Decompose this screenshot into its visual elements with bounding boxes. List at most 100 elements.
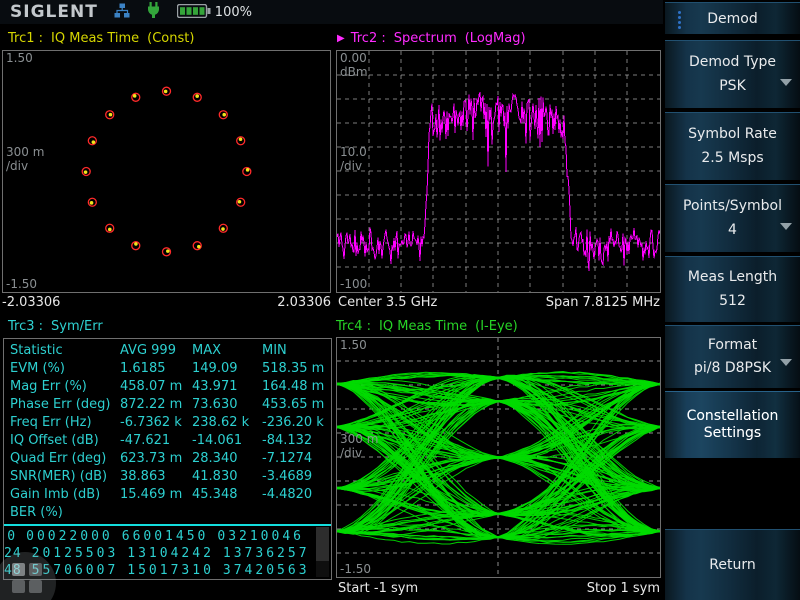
symbol-row: 24201255031310424213736257	[4, 545, 313, 562]
trc1-ytop-label: 1.50	[6, 52, 33, 65]
trc1-constellation-plot: 1.50 300 m /div -1.50	[2, 50, 331, 293]
table-row: Phase Err (deg)872.22 m73.630453.65 m	[10, 395, 327, 413]
table-row: Quad Err (deg)623.73 m28.340-7.1274	[10, 449, 327, 467]
dropdown-arrow-icon	[780, 79, 792, 86]
error-statistics-table: StatisticAVG 999MAXMINEVM (%)1.6185149.0…	[10, 341, 327, 521]
stat-cell: -7.1274	[262, 451, 327, 466]
trc1-ydivunit-label: /div	[6, 160, 28, 173]
trc3-name: Sym/Err	[51, 319, 103, 334]
stat-cell: -14.061	[192, 433, 262, 448]
stat-cell: Phase Err (deg)	[10, 397, 120, 412]
nav-grid-icon	[29, 580, 42, 593]
button-format[interactable]: Format pi/8 D8PSK	[665, 325, 800, 388]
table-divider	[4, 524, 331, 526]
eye-stop-label: Stop 1 sym	[587, 581, 660, 597]
trc1-xright-label: 2.03306	[277, 295, 331, 311]
trc1-xaxis: -2.03306 2.03306	[2, 295, 331, 311]
table-row: Mag Err (%)458.07 m43.971164.48 m	[10, 377, 327, 395]
stat-cell: 1.6185	[120, 361, 192, 376]
button-value: 512	[719, 293, 746, 310]
trc4-ytop-label: 1.50	[340, 339, 367, 352]
nav-grid-icon	[12, 563, 25, 576]
eye-start-label: Start -1 sym	[338, 581, 418, 597]
stat-cell: 623.73 m	[120, 451, 192, 466]
stat-cell: -3.4689	[262, 469, 327, 484]
stat-cell: 73.630	[192, 397, 262, 412]
trc2-spectrum-plot: 0.00 dBm 10.0 /div -100	[336, 50, 661, 293]
trc4-ybottom-label: -1.50	[340, 563, 371, 576]
button-value: pi/8 D8PSK	[694, 360, 771, 377]
trc4-id: Trc4 :	[336, 319, 371, 334]
stat-cell: EVM (%)	[10, 361, 120, 376]
stat-cell: -6.7362 k	[120, 415, 192, 430]
trc2-title[interactable]: ▶ Trc2 : Spectrum (LogMag)	[337, 30, 526, 46]
status-bar: SIGLENT	[0, 0, 663, 24]
stat-cell: 28.340	[192, 451, 262, 466]
stat-cell: 41.830	[192, 469, 262, 484]
scrollbar-thumb[interactable]	[316, 527, 329, 561]
stat-cell: 458.07 m	[120, 379, 192, 394]
table-row: StatisticAVG 999MAXMIN	[10, 341, 327, 359]
analyzer-screen: SIGLENT	[0, 0, 800, 600]
trc1-title[interactable]: Trc1 : IQ Meas Time (Const)	[8, 30, 194, 46]
stat-cell: -4.4820	[262, 487, 327, 502]
table-row: SNR(MER) (dB)38.86341.830-3.4689	[10, 467, 327, 485]
menu-title: Demod	[707, 11, 757, 27]
trc2-mode: (LogMag)	[465, 31, 526, 46]
button-demod-type[interactable]: Demod Type PSK	[665, 40, 800, 108]
nav-grid-icon	[12, 580, 25, 593]
menu-header-demod[interactable]: Demod	[665, 2, 800, 34]
trc2-xaxis: Center 3.5 GHz Span 7.8125 MHz	[338, 295, 660, 311]
stat-cell: -84.132	[262, 433, 327, 448]
trc2-id: Trc2 :	[351, 31, 386, 46]
trc1-xleft-label: -2.03306	[2, 295, 60, 311]
stat-cell: 238.62 k	[192, 415, 262, 430]
stat-cell: 45.348	[192, 487, 262, 502]
stat-cell: BER (%)	[10, 505, 120, 520]
sidebar-menu: Demod Demod Type PSK Symbol Rate 2.5 Msp…	[663, 0, 800, 600]
trc4-mode: (I-Eye)	[475, 319, 518, 334]
stat-cell: Quad Err (deg)	[10, 451, 120, 466]
stat-cell: 453.65 m	[262, 397, 327, 412]
trc2-ydivunit-label: /div	[340, 160, 362, 173]
button-label: Format	[708, 337, 757, 354]
stat-cell: MIN	[262, 343, 327, 358]
power-plug-icon	[146, 2, 161, 22]
battery-percent: 100%	[215, 5, 252, 20]
stat-cell: Freq Err (Hz)	[10, 415, 120, 430]
trc3-symerr-table: StatisticAVG 999MAXMINEVM (%)1.6185149.0…	[3, 338, 332, 580]
stat-cell: Gain Imb (dB)	[10, 487, 120, 502]
stat-cell: MAX	[192, 343, 262, 358]
span-label: Span 7.8125 MHz	[546, 295, 660, 311]
button-label: Return	[709, 557, 755, 574]
stat-cell: 38.863	[120, 469, 192, 484]
trc2-name: Spectrum	[394, 31, 457, 46]
stat-cell: Mag Err (%)	[10, 379, 120, 394]
button-points-per-symbol[interactable]: Points/Symbol 4	[665, 184, 800, 252]
trc2-ytop-label: 0.00	[340, 52, 367, 65]
trc4-eye-plot: 1.50 300 m /div -1.50	[336, 337, 661, 578]
button-label: Demod Type	[689, 54, 776, 71]
button-constellation-settings[interactable]: Constellation Settings	[665, 391, 800, 458]
table-row: Gain Imb (dB)15.469 m45.348-4.4820	[10, 485, 327, 503]
stat-cell: 164.48 m	[262, 379, 327, 394]
trc1-name: IQ Meas Time	[51, 31, 139, 46]
trc1-id: Trc1 :	[8, 31, 43, 46]
symbol-table-scrollbar[interactable]	[316, 527, 329, 577]
trc4-name: IQ Meas Time	[379, 319, 467, 334]
stat-cell: IQ Offset (dB)	[10, 433, 120, 448]
stat-cell: Statistic	[10, 343, 120, 358]
table-row: IQ Offset (dB)-47.621-14.061-84.132	[10, 431, 327, 449]
button-meas-length[interactable]: Meas Length 512	[665, 256, 800, 322]
trc1-mode: (Const)	[147, 31, 194, 46]
trc3-title[interactable]: Trc3 : Sym/Err	[8, 318, 103, 334]
siglent-logo: SIGLENT	[10, 2, 98, 22]
stat-cell: SNR(MER) (dB)	[10, 469, 120, 484]
trc3-id: Trc3 :	[8, 319, 43, 334]
center-frequency-label: Center 3.5 GHz	[338, 295, 437, 311]
button-return[interactable]: Return	[665, 529, 800, 600]
trc4-title[interactable]: Trc4 : IQ Meas Time (I-Eye)	[336, 318, 518, 334]
button-value: 4	[728, 222, 737, 239]
button-symbol-rate[interactable]: Symbol Rate 2.5 Msps	[665, 112, 800, 180]
table-row: BER (%)	[10, 503, 327, 521]
